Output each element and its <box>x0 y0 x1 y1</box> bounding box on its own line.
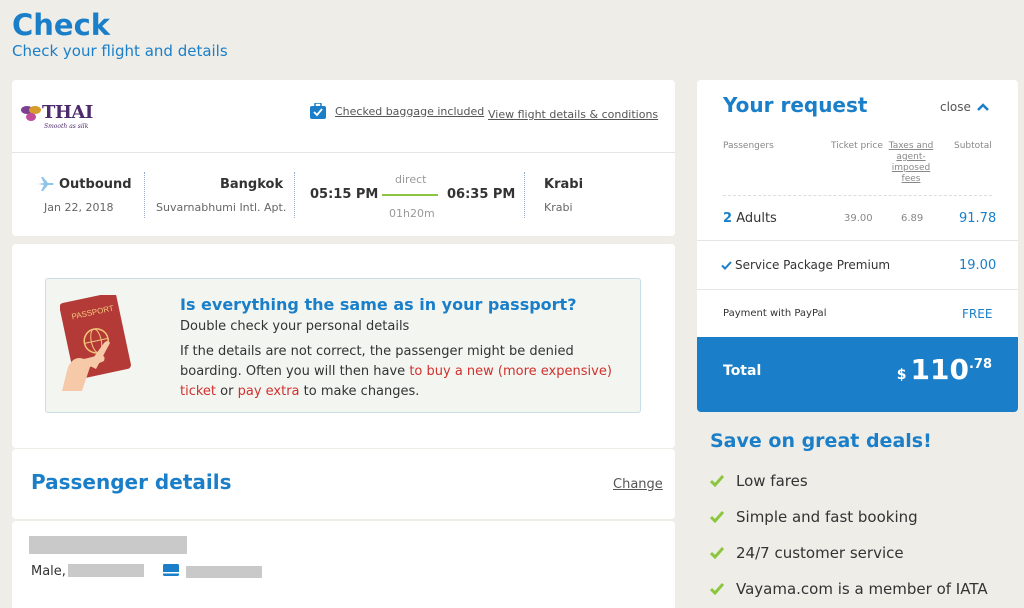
origin-airport: Suvarnabhumi Intl. Apt. <box>156 201 287 214</box>
divider <box>697 289 1018 290</box>
airline-logo: THAI Smooth as silk <box>20 102 93 130</box>
close-label: close <box>940 100 971 114</box>
deal-label: Simple and fast booking <box>736 508 918 526</box>
passport-warning: PASSPORT Is everything the same as in yo… <box>45 278 641 413</box>
divider <box>144 172 145 218</box>
route-line <box>382 194 438 196</box>
baggage-link[interactable]: Checked baggage included <box>335 105 484 118</box>
warning-title: Is everything the same as in your passpo… <box>180 295 577 314</box>
page-subtitle: Check your flight and details <box>12 42 228 60</box>
checkmark-icon <box>710 583 724 595</box>
checkmark-icon <box>721 261 732 270</box>
close-toggle[interactable]: close <box>940 100 989 114</box>
adults-row: 2 Adults <box>723 211 777 226</box>
airline-logo-text: THAI <box>42 102 93 123</box>
airline-tagline: Smooth as silk <box>44 123 89 130</box>
orchid-icon <box>21 106 41 121</box>
deal-label: 24/7 customer service <box>736 544 904 562</box>
header-ticket-price: Ticket price <box>831 141 883 151</box>
adults-label: Adults <box>736 211 777 226</box>
passenger-details: Male, <box>12 521 675 608</box>
warning-subtitle: Double check your personal details <box>180 319 410 334</box>
divider <box>12 152 675 153</box>
header-subtotal: Subtotal <box>954 141 992 151</box>
stop-type: direct <box>395 173 427 186</box>
taxes-value: 6.89 <box>901 213 924 224</box>
id-card-icon <box>163 564 179 576</box>
deal-label: Vayama.com is a member of IATA <box>736 580 988 598</box>
warning-text: or <box>216 384 238 399</box>
flight-duration: 01h20m <box>389 207 435 220</box>
passenger-gender: Male, <box>31 564 66 579</box>
total-decimal: .78 <box>968 357 992 372</box>
divider <box>294 172 295 218</box>
deals-title: Save on great deals! <box>710 430 932 452</box>
request-summary: Your request close Passengers Ticket pri… <box>697 80 1018 412</box>
checkmark-icon <box>710 511 724 523</box>
divider <box>723 195 992 196</box>
arrive-time: 06:35 PM <box>447 187 516 202</box>
divider <box>697 240 1018 241</box>
chevron-up-icon <box>977 103 989 111</box>
deal-item: Simple and fast booking <box>710 508 918 526</box>
divider <box>524 172 525 218</box>
deal-item: 24/7 customer service <box>710 544 904 562</box>
deal-label: Low fares <box>736 472 808 490</box>
warning-text: to make changes. <box>299 384 420 399</box>
flight-date: Jan 22, 2018 <box>44 201 114 214</box>
page-title: Check <box>12 8 111 42</box>
plane-icon <box>38 177 54 191</box>
passport-icon: PASSPORT <box>60 295 131 391</box>
checkmark-icon <box>710 547 724 559</box>
passport-warning-card: PASSPORT Is everything the same as in yo… <box>12 244 675 448</box>
payment-price: FREE <box>962 307 993 321</box>
change-link[interactable]: Change <box>613 477 663 492</box>
total-amount: $ 110 .78 <box>897 353 992 386</box>
depart-time: 05:15 PM <box>310 187 379 202</box>
warning-body: If the details are not correct, the pass… <box>180 342 630 402</box>
flight-card: THAI Smooth as silk Checked baggage incl… <box>12 80 675 236</box>
checkmark-icon <box>710 475 724 487</box>
total-integer: 110 <box>910 353 969 386</box>
subtotal-value: 91.78 <box>959 211 997 226</box>
passenger-details-header: Passenger details Change <box>12 449 675 519</box>
header-taxes[interactable]: Taxes and agent-imposed fees <box>886 141 936 185</box>
baggage-info[interactable]: Checked baggage included <box>309 103 484 119</box>
payment-method: Payment with PayPal <box>723 308 827 319</box>
redacted-name <box>29 536 187 554</box>
flight-details-link[interactable]: View flight details & conditions <box>488 108 658 121</box>
dest-city: Krabi <box>544 177 584 192</box>
adults-count: 2 <box>723 211 733 226</box>
total-bar: Total $ 110 .78 <box>697 337 1018 412</box>
total-label: Total <box>723 363 762 379</box>
service-package-label: Service Package Premium <box>735 258 891 272</box>
redacted-birthdate <box>68 564 144 577</box>
dest-airport: Krabi <box>544 201 573 214</box>
origin-city: Bangkok <box>220 177 284 192</box>
passenger-details-title: Passenger details <box>31 470 232 494</box>
request-title: Your request <box>723 93 868 117</box>
deal-item: Vayama.com is a member of IATA <box>710 580 988 598</box>
redacted-document <box>186 566 262 578</box>
service-package-price: 19.00 <box>959 258 997 273</box>
total-currency: $ <box>896 367 907 383</box>
deal-item: Low fares <box>710 472 808 490</box>
warning-highlight: pay extra <box>237 384 300 399</box>
suitcase-icon <box>310 103 326 119</box>
header-passengers: Passengers <box>723 141 774 151</box>
ticket-price: 39.00 <box>844 213 873 224</box>
direction-label: Outbound <box>59 177 132 192</box>
